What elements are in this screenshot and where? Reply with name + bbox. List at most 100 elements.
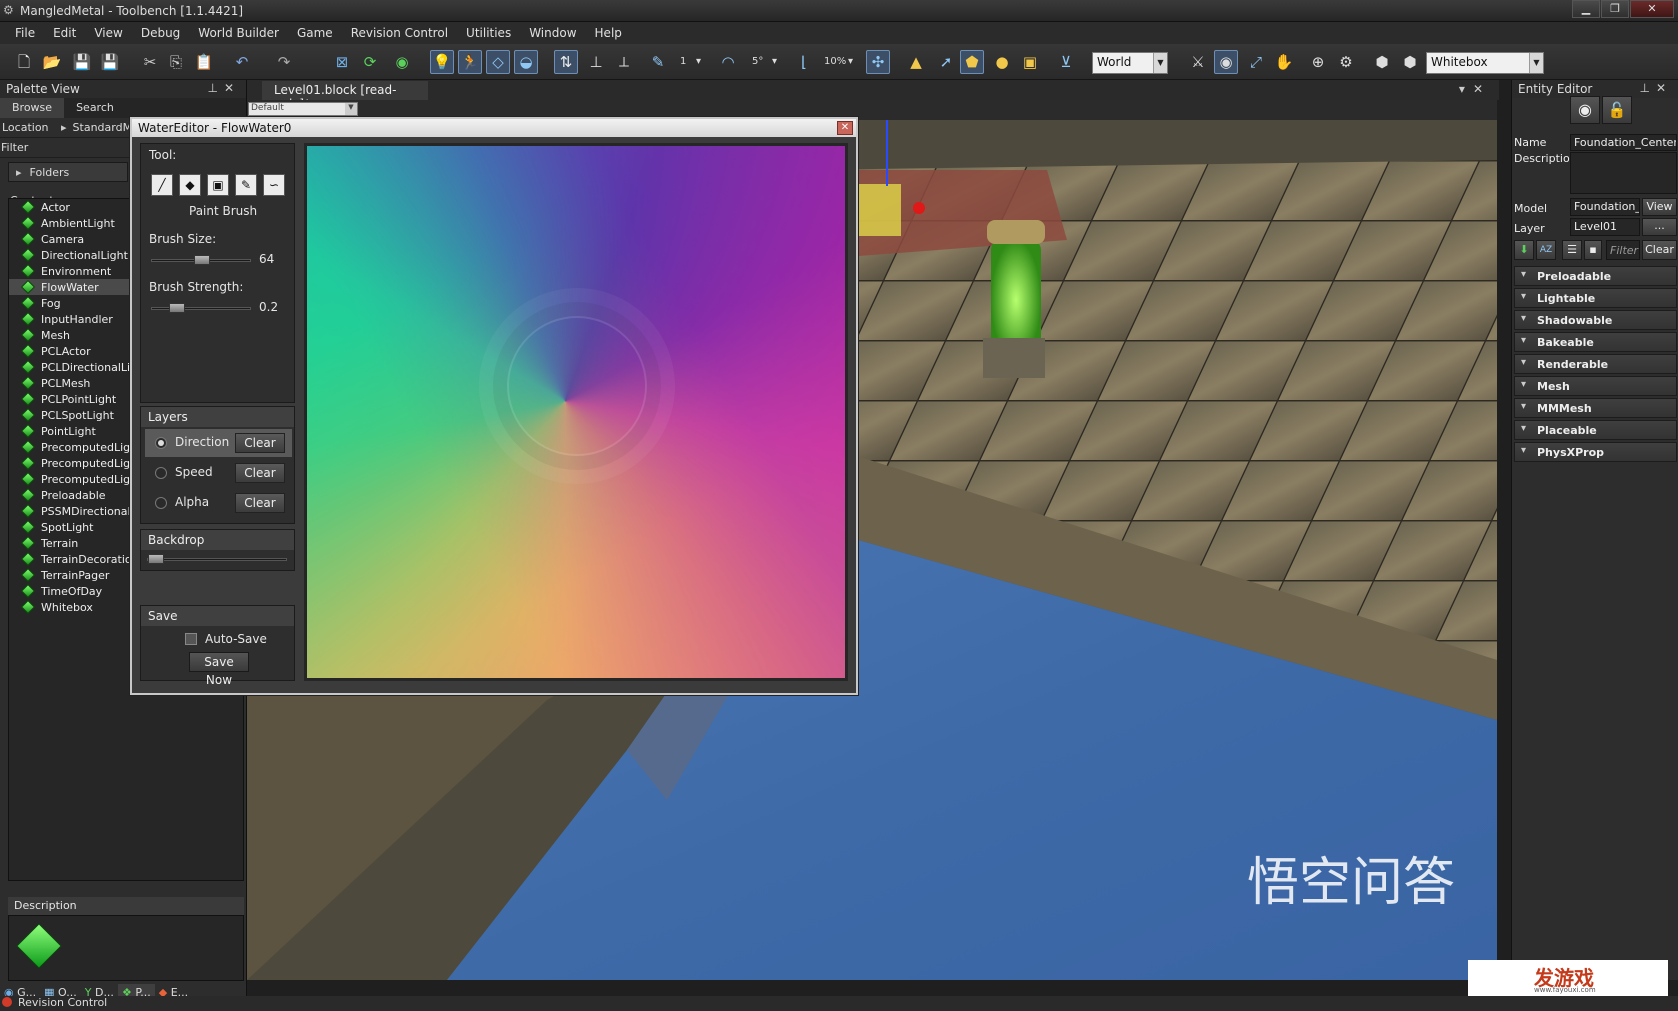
scale-snap[interactable]: 10% bbox=[824, 56, 846, 67]
cubes-icon[interactable]: ⬢ bbox=[1398, 50, 1422, 74]
direction-radio[interactable] bbox=[155, 437, 167, 449]
menu-utilities[interactable]: Utilities bbox=[457, 26, 520, 40]
layer-browse-button[interactable]: ... bbox=[1642, 218, 1677, 236]
sky-icon[interactable]: ◒ bbox=[514, 50, 538, 74]
globe-icon[interactable]: ◉ bbox=[390, 50, 414, 74]
sync-icon[interactable]: ⟳ bbox=[358, 50, 382, 74]
menu-file[interactable]: File bbox=[6, 26, 44, 40]
snap-count[interactable]: 1 bbox=[680, 56, 686, 67]
tab-browse[interactable]: Browse bbox=[0, 98, 65, 118]
lightbulb-icon[interactable]: 💡 bbox=[430, 50, 454, 74]
run-icon[interactable]: 🏃 bbox=[458, 50, 482, 74]
clear-alpha-button[interactable]: Clear bbox=[235, 493, 285, 513]
dropdown-arrow-icon[interactable]: ▾ bbox=[772, 56, 777, 67]
close-document-icon[interactable]: ✕ bbox=[1473, 82, 1491, 96]
terrain-icon[interactable]: ◇ bbox=[486, 50, 510, 74]
category-shadowable[interactable]: Shadowable bbox=[1514, 310, 1677, 330]
clear-filter-button[interactable]: Clear bbox=[1642, 240, 1677, 260]
protractor-icon[interactable]: ◠ bbox=[716, 50, 740, 74]
menu-help[interactable]: Help bbox=[586, 26, 631, 40]
undo-icon[interactable]: ↶ bbox=[230, 50, 254, 74]
backdrop-slider[interactable] bbox=[147, 554, 287, 564]
close-icon[interactable]: ✕ bbox=[837, 121, 853, 135]
speed-radio[interactable] bbox=[155, 467, 167, 479]
expand-icon[interactable]: ⤢ bbox=[1244, 50, 1268, 74]
autosave-checkbox[interactable] bbox=[185, 633, 197, 645]
build-icon[interactable]: ⊠ bbox=[330, 50, 354, 74]
eraser-icon[interactable]: ◆ bbox=[179, 174, 201, 196]
category-physxprop[interactable]: PhysXProp bbox=[1514, 442, 1677, 462]
pin-icon[interactable]: ⊥ bbox=[1639, 81, 1655, 95]
folders-toggle[interactable]: ▸ Folders bbox=[8, 162, 128, 182]
mountain-icon[interactable]: ▲ bbox=[904, 50, 928, 74]
eye-icon[interactable]: ◉ bbox=[1214, 50, 1238, 74]
group-icon[interactable]: ⚙ bbox=[1334, 50, 1358, 74]
open-folder-icon[interactable]: 📂 bbox=[40, 50, 64, 74]
layer-field[interactable]: Level01 bbox=[1570, 218, 1640, 236]
flow-map-canvas[interactable] bbox=[304, 143, 848, 681]
move-vertical-icon[interactable]: ⇅ bbox=[554, 50, 578, 74]
pin-icon[interactable]: ⊥ bbox=[207, 81, 223, 95]
brush-strength-thumb[interactable] bbox=[169, 303, 185, 313]
clear-speed-button[interactable]: Clear bbox=[235, 463, 285, 483]
save-now-button[interactable]: Save Now bbox=[189, 652, 249, 687]
eye-icon[interactable]: ◉ bbox=[1570, 96, 1600, 124]
ruler-icon[interactable]: ⌊ bbox=[792, 50, 816, 74]
maximize-button[interactable]: ❐ bbox=[1601, 0, 1629, 18]
paint-brush-icon[interactable]: ╱ bbox=[151, 174, 173, 196]
cube-icon[interactable]: ⬢ bbox=[1370, 50, 1394, 74]
redo-icon[interactable]: ↷ bbox=[272, 50, 296, 74]
name-field[interactable]: Foundation_Center0 bbox=[1570, 134, 1677, 151]
paint-icon[interactable]: ● bbox=[990, 50, 1014, 74]
chevron-right-icon[interactable]: ▸ bbox=[61, 121, 67, 134]
menu-edit[interactable]: Edit bbox=[44, 26, 85, 40]
menu-revision-control[interactable]: Revision Control bbox=[342, 26, 457, 40]
alpha-radio[interactable] bbox=[155, 497, 167, 509]
paste-icon[interactable]: 📋 bbox=[192, 50, 216, 74]
gizmo-icon[interactable]: ⊕ bbox=[1306, 50, 1330, 74]
layer-row-speed[interactable]: Speed Clear bbox=[145, 459, 292, 487]
menu-game[interactable]: Game bbox=[288, 26, 342, 40]
copy-icon[interactable]: ⎘ bbox=[164, 50, 188, 74]
magnet-icon[interactable]: ✣ bbox=[866, 50, 890, 74]
clear-direction-button[interactable]: Clear bbox=[235, 433, 285, 453]
close-icon[interactable]: ✕ bbox=[224, 81, 240, 95]
category-renderable[interactable]: Renderable bbox=[1514, 354, 1677, 374]
object-place-icon[interactable]: ⬟ bbox=[960, 50, 984, 74]
menu-debug[interactable]: Debug bbox=[132, 26, 189, 40]
pencil-icon[interactable]: ✎ bbox=[646, 50, 670, 74]
render-mode-select[interactable]: Whitebox ▼ bbox=[1426, 52, 1544, 74]
backdrop-thumb[interactable] bbox=[148, 554, 164, 564]
eyedropper-icon[interactable]: ✎ bbox=[235, 174, 257, 196]
model-field[interactable]: Foundation_ bbox=[1570, 198, 1640, 216]
blank-toggle-icon[interactable]: ▪ bbox=[1584, 240, 1602, 260]
drop-icon[interactable]: ⊻ bbox=[1054, 50, 1078, 74]
list-view-icon[interactable]: ☰ bbox=[1562, 240, 1582, 260]
angle-snap[interactable]: 5° bbox=[752, 56, 763, 67]
document-tab[interactable]: Level01.block [read-only]* bbox=[262, 81, 428, 111]
menu-view[interactable]: View bbox=[85, 26, 131, 40]
tab-list-icon[interactable]: ▾ bbox=[1459, 82, 1473, 96]
hand-icon[interactable]: ✋ bbox=[1272, 50, 1296, 74]
brush-size-thumb[interactable] bbox=[194, 255, 210, 265]
lock-icon[interactable]: 🔓 bbox=[1602, 96, 1632, 124]
save-icon[interactable]: 💾 bbox=[70, 50, 94, 74]
category-lightable[interactable]: Lightable bbox=[1514, 288, 1677, 308]
new-icon[interactable]: 🗋 bbox=[12, 50, 36, 74]
category-mmmesh[interactable]: MMMesh bbox=[1514, 398, 1677, 418]
brush-size-slider[interactable] bbox=[151, 255, 251, 265]
layer-row-direction[interactable]: Direction Clear bbox=[145, 429, 292, 457]
revision-control-status[interactable]: Revision Control bbox=[18, 996, 107, 1009]
water-editor-titlebar[interactable]: WaterEditor - FlowWater0 bbox=[132, 119, 856, 137]
layer-row-alpha[interactable]: Alpha Clear bbox=[145, 489, 292, 517]
category-sort-icon[interactable]: ⬇ bbox=[1514, 240, 1534, 260]
category-bakeable[interactable]: Bakeable bbox=[1514, 332, 1677, 352]
select-arrow-icon[interactable]: ➚ bbox=[934, 50, 958, 74]
axis-icon[interactable]: ⊥ bbox=[584, 50, 608, 74]
category-mesh[interactable]: Mesh bbox=[1514, 376, 1677, 396]
category-placeable[interactable]: Placeable bbox=[1514, 420, 1677, 440]
tab-search[interactable]: Search bbox=[64, 98, 126, 118]
box-icon[interactable]: ▣ bbox=[1018, 50, 1042, 74]
close-icon[interactable]: ✕ bbox=[1656, 81, 1672, 95]
category-preloadable[interactable]: Preloadable bbox=[1514, 266, 1677, 286]
